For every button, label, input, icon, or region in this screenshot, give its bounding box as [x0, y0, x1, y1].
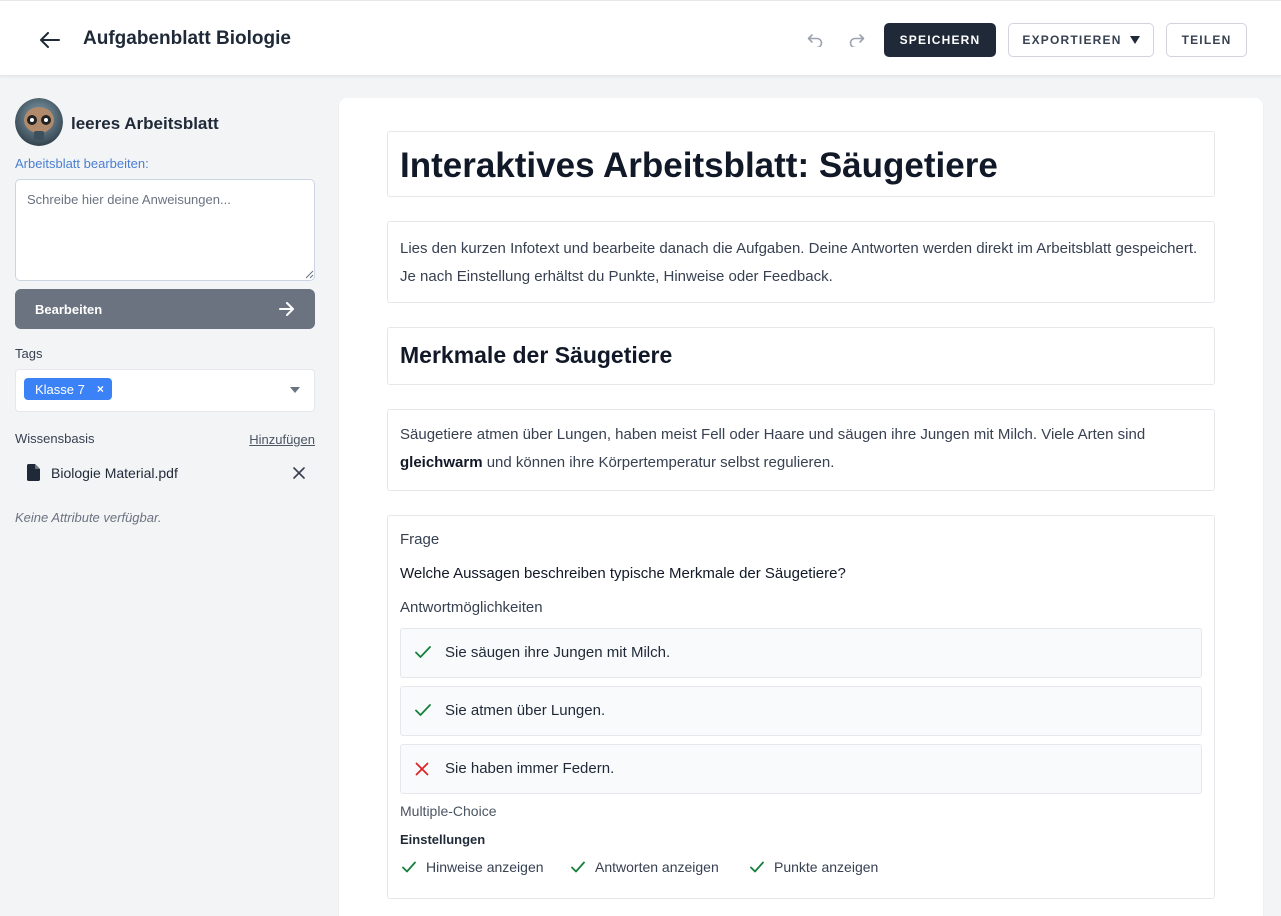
info-text-bold: gleichwarm	[400, 454, 483, 471]
intro-block[interactable]: Lies den kurzen Infotext und bearbeite d…	[387, 221, 1215, 303]
setting-label: Antworten anzeigen	[595, 859, 719, 875]
robot-avatar-icon	[15, 98, 63, 146]
check-icon	[415, 704, 431, 716]
redo-button[interactable]	[846, 29, 868, 51]
caret-down-icon	[1129, 36, 1140, 44]
check-icon	[415, 646, 431, 658]
edit-button-label: Bearbeiten	[35, 301, 103, 317]
file-icon	[27, 464, 40, 481]
title-block[interactable]: Interaktives Arbeitsblatt: Säugetiere	[387, 131, 1215, 197]
settings-title: Einstellungen	[400, 832, 486, 847]
worksheet-avatar	[15, 98, 63, 146]
arrow-right-icon	[279, 302, 294, 316]
answer-option[interactable]: Sie atmen über Lungen.	[400, 686, 1202, 736]
heading-block[interactable]: Merkmale der Säugetiere	[387, 327, 1215, 385]
tag-chip: Klasse 7 ×	[24, 378, 112, 400]
undo-button[interactable]	[804, 29, 826, 51]
info-text-part-2: und können ihre Körpertemperatur selbst …	[482, 454, 835, 471]
setting-label: Punkte anzeigen	[774, 859, 879, 875]
info-text-part-1: Säugetiere atmen über Lungen, haben meis…	[400, 426, 1146, 443]
document-title: Aufgabenblatt Biologie	[83, 28, 291, 49]
question-type: Multiple-Choice	[400, 803, 497, 819]
question-block[interactable]: Frage Welche Aussagen beschreiben typisc…	[387, 515, 1215, 899]
top-bar: Aufgabenblatt Biologie SPEICHERN EXPORTI…	[0, 0, 1281, 76]
share-button[interactable]: TEILEN	[1166, 23, 1247, 57]
undo-icon	[807, 34, 823, 47]
info-text: Säugetiere atmen über Lungen, haben meis…	[388, 410, 1214, 489]
question-text: Welche Aussagen beschreiben typische Mer…	[400, 565, 846, 582]
answer-option[interactable]: Sie säugen ihre Jungen mit Milch.	[400, 628, 1202, 678]
export-button[interactable]: EXPORTIEREN	[1008, 23, 1154, 57]
dropdown-caret-icon[interactable]	[290, 387, 300, 393]
save-button[interactable]: SPEICHERN	[884, 23, 996, 57]
check-icon	[402, 861, 416, 873]
add-knowledge-link[interactable]: Hinzufügen	[249, 432, 315, 447]
check-icon	[750, 861, 764, 873]
check-icon	[571, 861, 585, 873]
knowledge-base-label: Wissensbasis	[15, 431, 95, 446]
info-text-block[interactable]: Säugetiere atmen über Lungen, haben meis…	[387, 409, 1215, 491]
worksheet-title: Interaktives Arbeitsblatt: Säugetiere	[400, 146, 998, 185]
export-label: EXPORTIEREN	[1022, 33, 1122, 47]
setting-show-hints[interactable]: Hinweise anzeigen	[402, 859, 544, 875]
redo-icon	[849, 34, 865, 47]
setting-show-points[interactable]: Punkte anzeigen	[750, 859, 878, 875]
section-heading: Merkmale der Säugetiere	[400, 342, 673, 368]
back-button[interactable]	[36, 27, 64, 53]
setting-label: Hinweise anzeigen	[426, 859, 544, 875]
answer-option-text: Sie haben immer Federn.	[445, 760, 615, 777]
instructions-input[interactable]	[15, 179, 315, 281]
arrow-left-icon	[40, 32, 60, 48]
setting-show-answers[interactable]: Antworten anzeigen	[571, 859, 719, 875]
no-attributes-text: Keine Attribute verfügbar.	[15, 510, 162, 525]
remove-file-icon[interactable]	[293, 467, 305, 479]
remove-tag-icon[interactable]: ×	[97, 382, 104, 396]
edit-button[interactable]: Bearbeiten	[15, 289, 315, 329]
question-label: Frage	[400, 531, 440, 548]
tags-label: Tags	[15, 346, 43, 361]
cross-icon	[415, 762, 429, 776]
tags-select[interactable]: Klasse 7 ×	[15, 369, 315, 412]
answer-option[interactable]: Sie haben immer Federn.	[400, 744, 1202, 794]
intro-text: Lies den kurzen Infotext und bearbeite d…	[400, 240, 1198, 285]
file-name: Biologie Material.pdf	[51, 465, 178, 481]
edit-worksheet-label: Arbeitsblatt bearbeiten:	[15, 156, 149, 171]
knowledge-file-row: Biologie Material.pdf	[15, 464, 315, 484]
tag-chip-label: Klasse 7	[35, 381, 85, 397]
answer-option-text: Sie atmen über Lungen.	[445, 702, 606, 719]
options-label: Antwortmöglichkeiten	[400, 599, 543, 616]
answer-option-text: Sie säugen ihre Jungen mit Milch.	[445, 644, 671, 661]
worksheet-canvas: Interaktives Arbeitsblatt: Säugetiere Li…	[339, 98, 1263, 916]
worksheet-name: leeres Arbeitsblatt	[71, 114, 219, 133]
